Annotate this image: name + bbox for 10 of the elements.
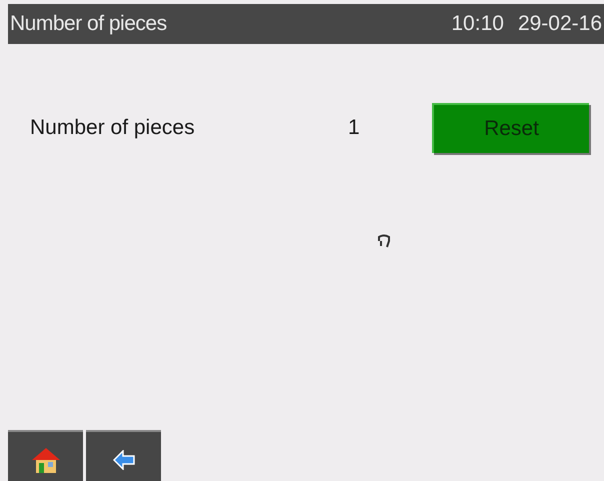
date: 29-02-16 [518,11,602,38]
left-arrow-icon [112,450,134,470]
clock-time: 10:10 [451,11,504,38]
reset-button[interactable]: Reset [432,103,589,153]
counter-label: Number of pieces [30,115,196,142]
home-button[interactable] [8,430,83,481]
back-button[interactable] [86,430,161,481]
counter-value: 1 [348,115,361,142]
house-icon [30,446,60,474]
window-title: Number of pieces [10,11,167,38]
